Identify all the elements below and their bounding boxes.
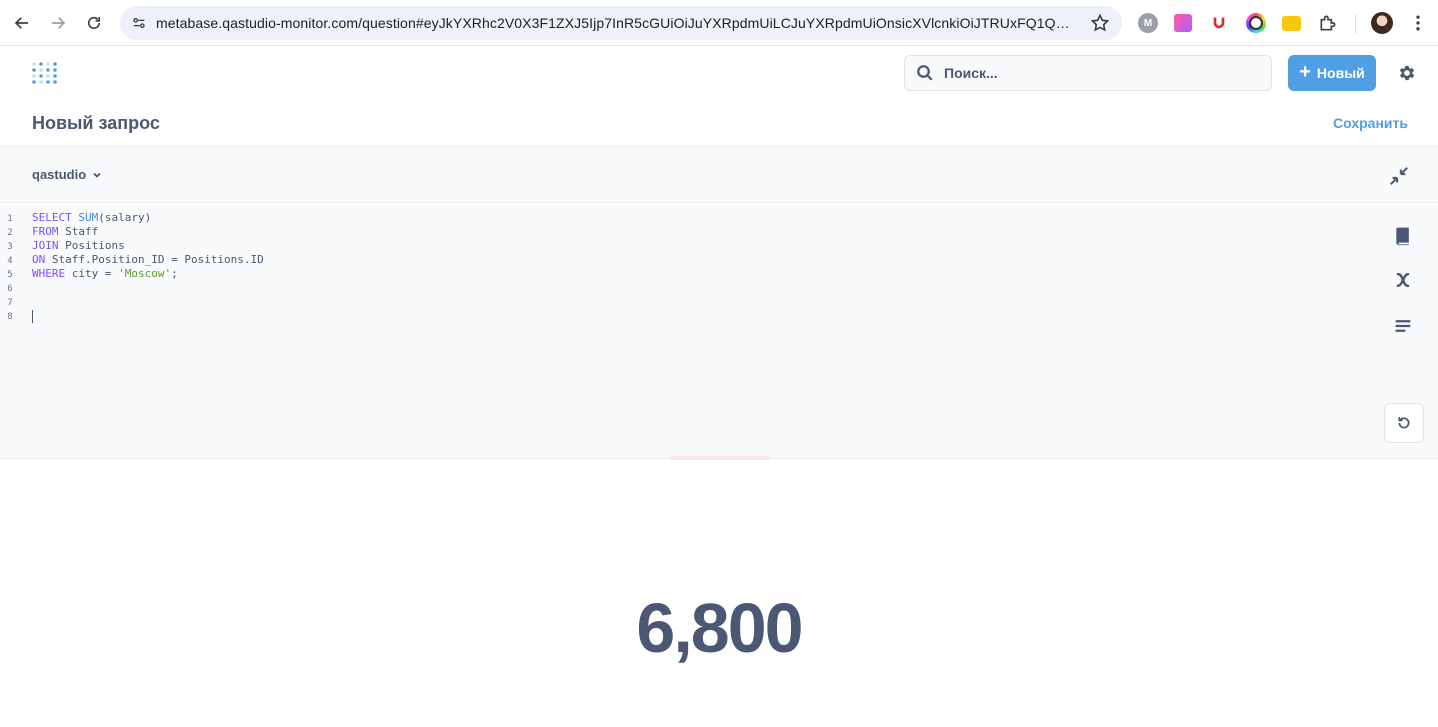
- sql-code[interactable]: SELECT SUM(salary) FROM Staff JOIN Posit…: [32, 211, 264, 323]
- code-line: FROM Staff: [32, 225, 99, 238]
- sql-editor[interactable]: 1 2 3 4 5 6 7 8 SELECT SUM(salary) FROM …: [0, 203, 1438, 459]
- extension-folder-icon[interactable]: [1282, 16, 1301, 31]
- metabase-logo-icon[interactable]: [31, 60, 59, 88]
- text-cursor: [32, 309, 33, 323]
- profile-avatar[interactable]: [1371, 12, 1393, 34]
- variables-icon[interactable]: [1392, 269, 1414, 291]
- collapse-editor-icon[interactable]: [1388, 165, 1410, 187]
- save-button[interactable]: Сохранить: [1333, 115, 1408, 131]
- browser-toolbar: metabase.qastudio-monitor.com/question#e…: [0, 0, 1438, 46]
- extension-magnet-icon[interactable]: [1209, 13, 1229, 33]
- line-number: 5: [7, 270, 13, 280]
- bookmark-star-icon[interactable]: [1090, 13, 1110, 33]
- site-info-icon[interactable]: [128, 12, 150, 34]
- query-result: 6,800: [0, 460, 1438, 727]
- toolbar-separator: [1355, 14, 1356, 34]
- url-text: metabase.qastudio-monitor.com/question#e…: [156, 15, 1076, 31]
- line-number: 4: [7, 256, 13, 266]
- database-select[interactable]: qastudio: [32, 167, 102, 182]
- gear-icon[interactable]: [1397, 63, 1417, 83]
- search-placeholder: Поиск...: [944, 65, 998, 81]
- new-button[interactable]: + Новый: [1288, 55, 1376, 91]
- extension-colorpicker-icon[interactable]: [1246, 13, 1266, 33]
- question-header: Новый запрос Сохранить: [0, 101, 1438, 147]
- new-button-label: Новый: [1316, 65, 1365, 81]
- chevron-down-icon: [93, 172, 101, 178]
- line-number: 7: [7, 298, 13, 308]
- code-line: WHERE city = 'Moscow';: [32, 267, 178, 280]
- database-picker-bar: qastudio: [0, 147, 1438, 203]
- scalar-value: 6,800: [636, 589, 803, 667]
- browser-menu-icon[interactable]: [1408, 13, 1428, 33]
- line-number: 6: [7, 284, 13, 294]
- code-line: ON Staff.Position_ID = Positions.ID: [32, 253, 264, 266]
- database-name: qastudio: [32, 167, 87, 182]
- back-icon[interactable]: [6, 7, 38, 39]
- address-bar[interactable]: metabase.qastudio-monitor.com/question#e…: [120, 6, 1122, 40]
- extension-m-label: M: [1143, 17, 1153, 29]
- line-number: 3: [7, 242, 13, 252]
- line-numbers: 1 2 3 4 5 6 7 8: [0, 212, 20, 324]
- code-line: SELECT SUM(salary): [32, 211, 152, 224]
- extension-gradient-icon[interactable]: [1174, 14, 1192, 32]
- line-number: 8: [7, 312, 13, 322]
- refresh-icon: [1398, 417, 1410, 429]
- extension-m-icon[interactable]: M: [1138, 13, 1158, 33]
- app-header: Поиск... + Новый: [0, 47, 1438, 101]
- plus-icon: +: [1299, 61, 1311, 83]
- page-title: Новый запрос: [32, 113, 160, 133]
- data-reference-icon[interactable]: [1392, 225, 1414, 247]
- extensions-puzzle-icon[interactable]: [1318, 13, 1338, 33]
- search-input[interactable]: Поиск...: [904, 55, 1272, 91]
- snippets-icon[interactable]: [1392, 315, 1414, 337]
- reload-icon[interactable]: [78, 7, 110, 39]
- code-line: JOIN Positions: [32, 239, 125, 252]
- line-number: 2: [7, 228, 13, 238]
- search-icon: [917, 65, 933, 81]
- run-query-button[interactable]: [1384, 403, 1424, 443]
- forward-icon[interactable]: [42, 7, 74, 39]
- line-number: 1: [7, 214, 13, 224]
- code-line: [32, 309, 264, 323]
